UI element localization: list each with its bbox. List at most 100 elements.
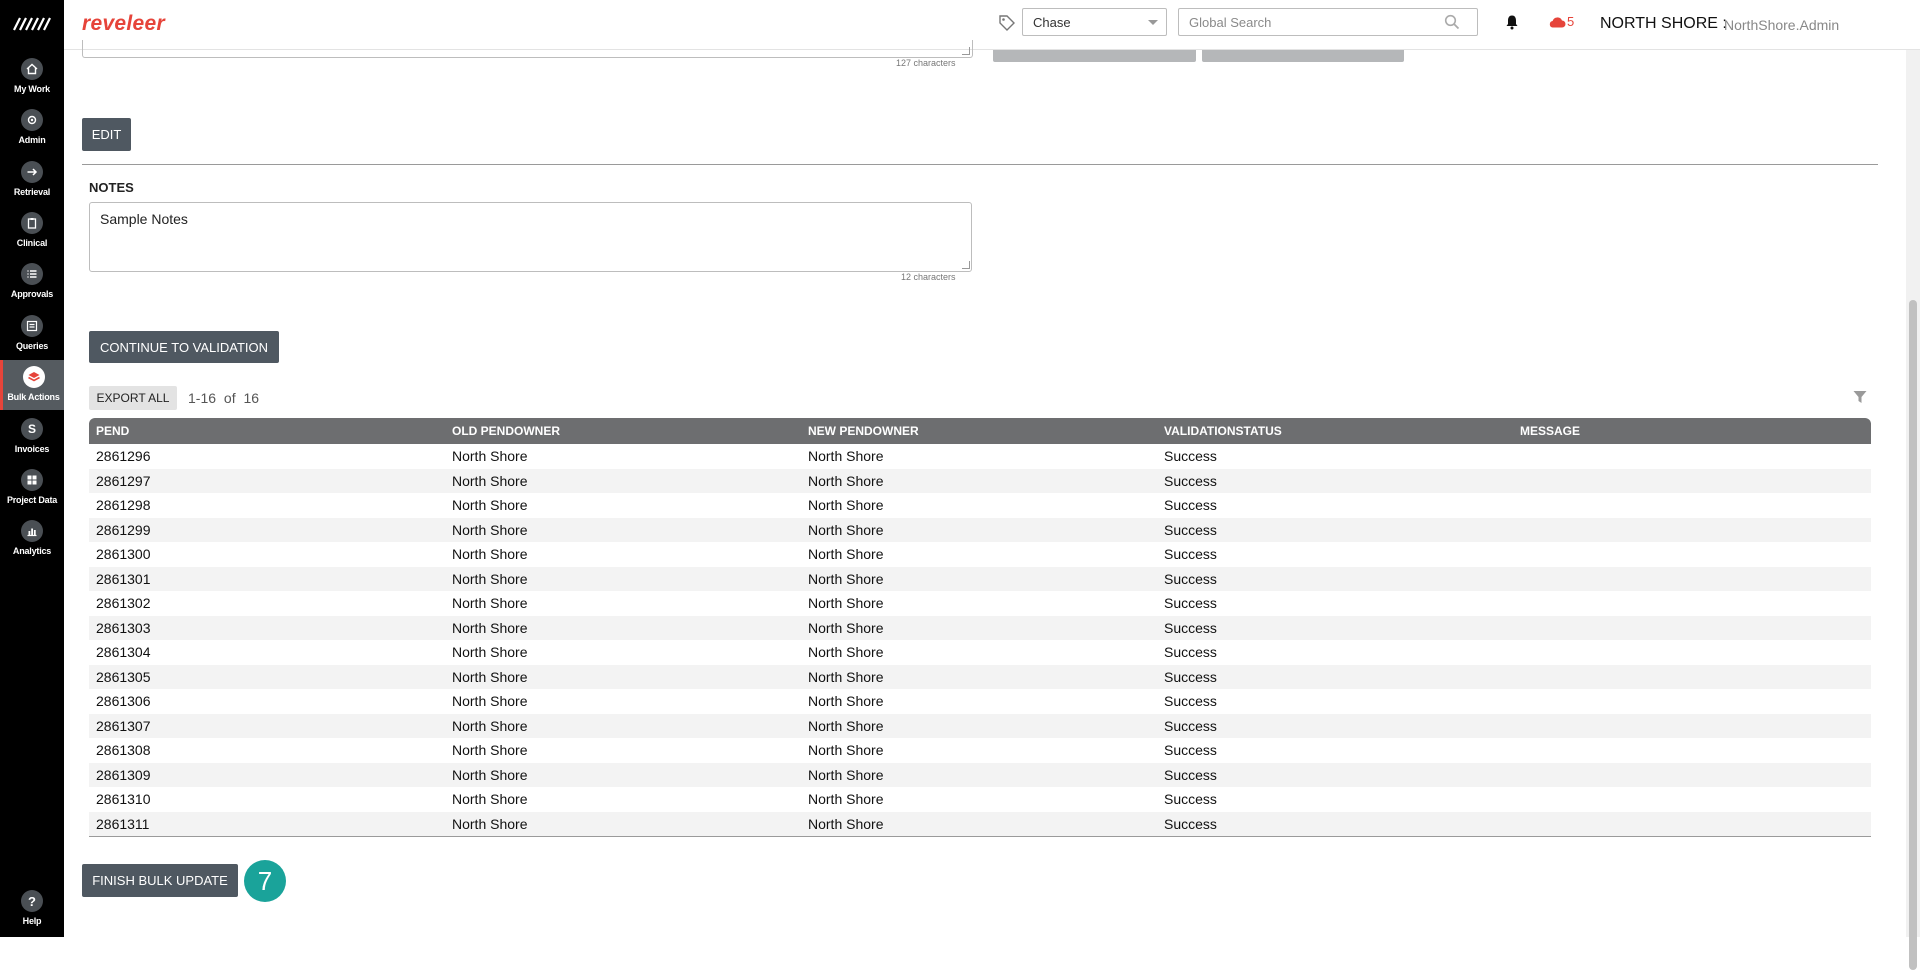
table-cell: 2861311	[96, 815, 150, 832]
column-header-pend[interactable]: PEND	[89, 424, 445, 438]
sidebar-item-queries[interactable]: Queries	[0, 309, 64, 359]
sidebar-item-label: Clinical	[16, 238, 48, 248]
table-cell: North Shore	[452, 521, 528, 538]
table-cell: Success	[1164, 497, 1217, 514]
table-body: 2861296 North Shore North Shore Success 2861…	[89, 444, 1871, 836]
continue-to-validation-button[interactable]: CONTINUE TO VALIDATION	[89, 331, 279, 363]
table-cell: 2861299	[96, 521, 151, 538]
bell-icon[interactable]	[1504, 14, 1520, 30]
sidebar-item-project-data[interactable]: Project Data	[0, 463, 64, 513]
sidebar-item-admin[interactable]: Admin	[0, 103, 64, 153]
edit-button[interactable]: EDIT	[82, 118, 131, 151]
table-row[interactable]: 2861305 North Shore North Shore Success	[89, 664, 1871, 689]
user-name[interactable]: NorthShore.Admin	[1724, 17, 1839, 33]
table-row[interactable]: 2861308 North Shore North Shore Success	[89, 738, 1871, 763]
help-glyph: ?	[28, 893, 36, 909]
sidebar-item-clinical[interactable]: Clinical	[0, 206, 64, 256]
scrollbar-thumb[interactable]	[1909, 300, 1917, 970]
sidebar-item-approvals[interactable]: Approvals	[0, 257, 64, 307]
clipboard-icon	[21, 212, 43, 234]
project-select[interactable]: Chase	[1022, 8, 1167, 36]
sidebar-item-invoices[interactable]: S Invoices	[0, 412, 64, 462]
table-row[interactable]: 2861299 North Shore North Shore Success	[89, 517, 1871, 542]
table-cell: North Shore	[808, 619, 884, 636]
table-cell: 2861298	[96, 497, 151, 514]
alerts-cloud[interactable]: 5	[1548, 14, 1574, 29]
table-cell: 2861310	[96, 791, 151, 808]
help-icon: ?	[21, 890, 43, 912]
global-search-input[interactable]	[1178, 8, 1478, 36]
sidebar: My Work Admin Retrieval Clinical Approva…	[0, 0, 64, 937]
sidebar-item-label: Bulk Actions	[7, 392, 60, 402]
table-row[interactable]: 2861297 North Shore North Shore Success	[89, 468, 1871, 493]
table-cell: North Shore	[452, 766, 528, 783]
table-row[interactable]: 2861309 North Shore North Shore Success	[89, 762, 1871, 787]
project-select-value: Chase	[1033, 15, 1071, 30]
table-cell: Success	[1164, 472, 1217, 489]
sidebar-item-label: Admin	[18, 135, 46, 145]
org-name: NORTH SHORE :	[1600, 15, 1727, 33]
disabled-button-2[interactable]	[1202, 50, 1404, 62]
table-cell: 2861302	[96, 595, 151, 612]
sidebar-item-analytics[interactable]: Analytics	[0, 514, 64, 564]
pager-of: of	[223, 390, 236, 406]
column-header-new-pendowner[interactable]: NEW PENDOWNER	[801, 424, 1157, 438]
sidebar-item-label: Approvals	[10, 289, 54, 299]
pager-range: 1-16	[188, 390, 217, 406]
table-cell: North Shore	[808, 546, 884, 563]
table-row[interactable]: 2861306 North Shore North Shore Success	[89, 689, 1871, 714]
home-icon	[21, 58, 43, 80]
brand-logo[interactable]: reveleer	[82, 12, 165, 36]
finish-bulk-update-button[interactable]: FINISH BULK UPDATE	[82, 864, 238, 897]
table-row[interactable]: 2861304 North Shore North Shore Success	[89, 640, 1871, 665]
description-textarea[interactable]	[82, 40, 973, 58]
table-cell: Success	[1164, 595, 1217, 612]
export-all-button[interactable]: EXPORT ALL	[89, 386, 177, 410]
table-row[interactable]: 2861311 North Shore North Shore Success	[89, 811, 1871, 836]
search-icon[interactable]	[1444, 14, 1460, 30]
table-cell: North Shore	[452, 497, 528, 514]
section-divider	[82, 164, 1878, 165]
table-row[interactable]: 2861303 North Shore North Shore Success	[89, 615, 1871, 640]
notes-textarea[interactable]: Sample Notes	[89, 202, 972, 272]
notes-char-count: 12 characters	[901, 272, 956, 282]
results-table: PEND OLD PENDOWNER NEW PENDOWNER VALIDAT…	[89, 418, 1871, 837]
column-header-old-pendowner[interactable]: OLD PENDOWNER	[445, 424, 801, 438]
table-row[interactable]: 2861298 North Shore North Shore Success	[89, 493, 1871, 518]
org-name-text: NORTH SHORE	[1600, 15, 1718, 32]
table-cell: North Shore	[452, 815, 528, 832]
table-cell: Success	[1164, 619, 1217, 636]
sidebar-item-help[interactable]: ? Help	[0, 884, 64, 934]
table-cell: Success	[1164, 766, 1217, 783]
table-row[interactable]: 2861300 North Shore North Shore Success	[89, 542, 1871, 567]
filter-icon[interactable]	[1852, 389, 1868, 405]
table-cell: Success	[1164, 693, 1217, 710]
table-row[interactable]: 2861302 North Shore North Shore Success	[89, 591, 1871, 616]
page-scrollbar[interactable]	[1906, 50, 1920, 970]
table-cell: 2861308	[96, 742, 151, 759]
table-cell: North Shore	[808, 742, 884, 759]
gear-icon	[21, 109, 43, 131]
table-cell: Success	[1164, 546, 1217, 563]
sidebar-item-my-work[interactable]: My Work	[0, 52, 64, 102]
tag-icon[interactable]	[998, 14, 1016, 32]
table-row[interactable]: 2861307 North Shore North Shore Success	[89, 713, 1871, 738]
layers-icon	[22, 366, 45, 388]
sidebar-item-bulk-actions[interactable]: Bulk Actions	[0, 360, 64, 410]
sidebar-item-label: Invoices	[14, 444, 50, 454]
table-row[interactable]: 2861301 North Shore North Shore Success	[89, 566, 1871, 591]
table-cell: Success	[1164, 448, 1217, 465]
column-header-message[interactable]: MESSAGE	[1513, 424, 1871, 438]
table-row[interactable]: 2861310 North Shore North Shore Success	[89, 787, 1871, 812]
notes-label: NOTES	[89, 180, 134, 195]
table-row[interactable]: 2861296 North Shore North Shore Success	[89, 444, 1871, 469]
table-cell: 2861307	[96, 717, 151, 734]
document-list-icon	[21, 315, 43, 337]
reveleer-logo-icon[interactable]	[12, 14, 52, 34]
table-cell: North Shore	[452, 546, 528, 563]
sidebar-item-retrieval[interactable]: Retrieval	[0, 155, 64, 205]
table-cell: North Shore	[808, 472, 884, 489]
table-cell: Success	[1164, 570, 1217, 587]
column-header-validationstatus[interactable]: VALIDATIONSTATUS	[1157, 424, 1513, 438]
disabled-button-1[interactable]	[993, 50, 1196, 62]
